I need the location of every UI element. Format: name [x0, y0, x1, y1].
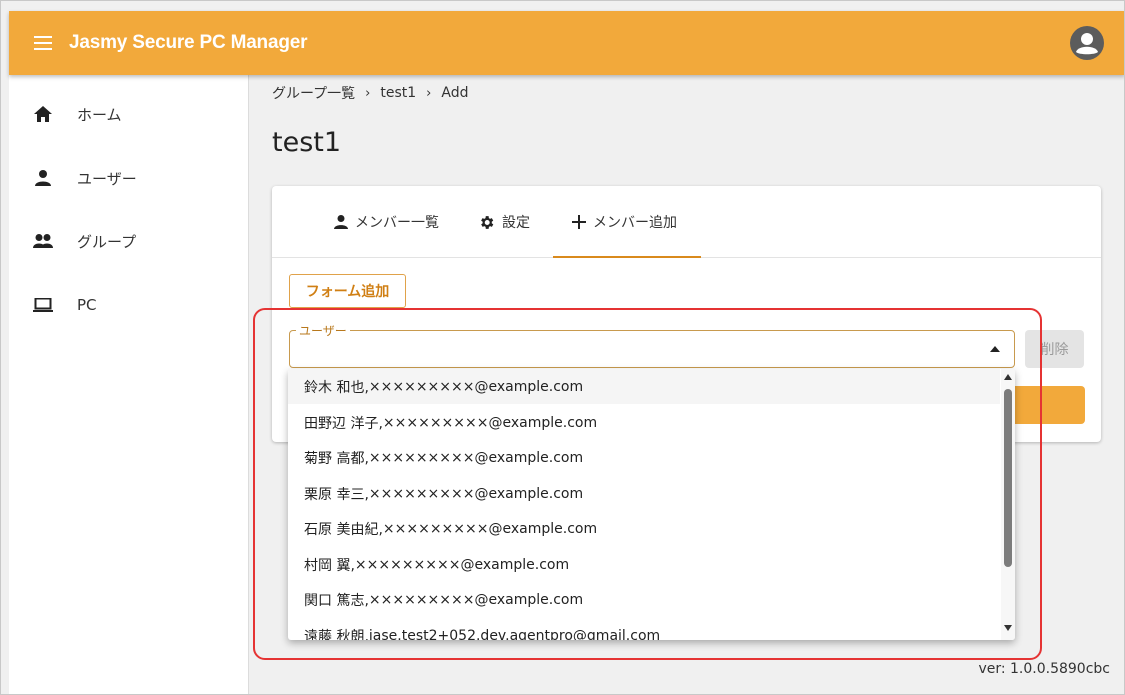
tab-label: メンバー追加 [593, 215, 677, 231]
active-tab-indicator [553, 256, 701, 258]
person-icon [334, 215, 348, 229]
breadcrumb-link-group[interactable]: test1 [380, 85, 416, 101]
tab-label: メンバー一覧 [355, 215, 439, 231]
submit-button[interactable] [1007, 386, 1085, 424]
list-item[interactable]: 菊野 高都, ×××××××××@example.com [288, 440, 1000, 475]
list-scrollbar[interactable] [1001, 369, 1015, 640]
gear-icon [481, 215, 494, 229]
list-item[interactable]: 関口 篤志, ×××××××××@example.com [288, 582, 1000, 617]
sidebar-item-label: PC [77, 296, 97, 314]
delete-button[interactable]: 削除 [1025, 330, 1084, 368]
add-form-button[interactable]: フォーム追加 [289, 274, 406, 308]
caret-up-icon [990, 346, 1000, 352]
app-title: Jasmy Secure PC Manager [69, 32, 308, 53]
user-select-label: ユーザー [296, 322, 350, 339]
sidebar-item-label: ホーム [77, 105, 122, 124]
main-content: グループ一覧 › test1 › Add test1 メンバー一覧 設定 メンバ… [250, 75, 1124, 694]
app-bar: Jasmy Secure PC Manager [9, 11, 1124, 75]
breadcrumb-link-group-list[interactable]: グループ一覧 [272, 83, 355, 103]
sidebar-item-groups[interactable]: グループ [9, 216, 248, 266]
list-item[interactable]: 遠藤 秋朗, jase.test2+052.dev.agentpro@gmail… [288, 618, 1000, 641]
account-avatar-icon[interactable] [1069, 25, 1105, 61]
version-label: ver: 1.0.0.5890cbc [978, 661, 1110, 677]
menu-icon[interactable] [31, 31, 55, 55]
plus-icon [572, 215, 586, 229]
list-item[interactable]: 鈴木 和也, ×××××××××@example.com [288, 369, 1000, 404]
laptop-icon [31, 293, 55, 317]
list-item[interactable]: 田野辺 洋子, ×××××××××@example.com [288, 405, 1000, 440]
breadcrumb-current: Add [441, 85, 469, 101]
tab-bar: メンバー一覧 設定 メンバー追加 [272, 186, 1101, 258]
breadcrumb: グループ一覧 › test1 › Add [272, 83, 468, 103]
user-options-list: 鈴木 和也, ×××××××××@example.com 田野辺 洋子, ×××… [288, 369, 1015, 640]
sidebar-item-label: ユーザー [77, 169, 137, 188]
sidebar-item-pc[interactable]: PC [9, 280, 248, 330]
home-icon [31, 102, 55, 126]
scrollbar-thumb[interactable] [1004, 389, 1012, 567]
scroll-up-arrow-icon[interactable] [1004, 374, 1012, 380]
person-icon [31, 166, 55, 190]
group-icon [31, 229, 55, 253]
scroll-down-arrow-icon[interactable] [1004, 625, 1012, 631]
page-title: test1 [272, 127, 342, 158]
sidebar: ホーム ユーザー グループ PC [9, 75, 249, 694]
app-window: Jasmy Secure PC Manager ホーム ユーザー グループ PC… [0, 0, 1125, 695]
tab-settings[interactable]: 設定 [478, 186, 530, 258]
list-item[interactable]: 石原 美由紀, ×××××××××@example.com [288, 511, 1000, 546]
user-select[interactable]: ユーザー [289, 322, 1015, 368]
sidebar-item-home[interactable]: ホーム [9, 89, 248, 139]
breadcrumb-separator: › [365, 85, 371, 101]
tab-member-list[interactable]: メンバー一覧 [334, 186, 439, 258]
tab-label: 設定 [502, 215, 530, 231]
sidebar-item-users[interactable]: ユーザー [9, 153, 248, 203]
list-item[interactable]: 栗原 幸三, ×××××××××@example.com [288, 476, 1000, 511]
list-item[interactable]: 村岡 翼, ×××××××××@example.com [288, 547, 1000, 582]
sidebar-item-label: グループ [77, 232, 137, 251]
tab-add-member[interactable]: メンバー追加 [572, 186, 677, 258]
breadcrumb-separator: › [426, 85, 432, 101]
